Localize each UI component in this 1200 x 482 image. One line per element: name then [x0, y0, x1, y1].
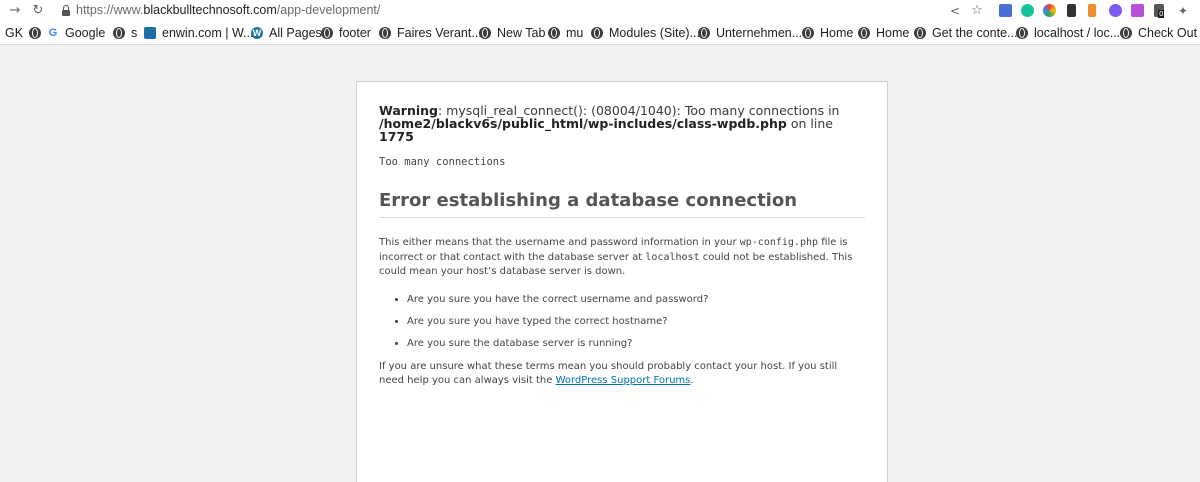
browser-toolbar: → ↻ https://www.blackbulltechnosoft.com/… [0, 0, 1200, 21]
line-number: 1775 [379, 129, 414, 144]
bookmark-label: localhost / loc... [1034, 26, 1121, 40]
support-forums-link[interactable]: WordPress Support Forums [556, 375, 691, 386]
bookmark-label: Home [876, 26, 910, 40]
help-paragraph: If you are unsure what these terms mean … [379, 360, 865, 389]
extension-eyedropper-icon[interactable] [1067, 4, 1076, 17]
bookmark-check-out[interactable]: Check Out – T [1120, 25, 1200, 41]
host-name: localhost [645, 251, 700, 263]
list-item: Are you sure you have the correct userna… [407, 294, 865, 306]
bookmark-label: Google [65, 26, 106, 40]
bookmark-localhost[interactable]: localhost / loc... [1016, 25, 1120, 41]
reload-icon[interactable]: ↻ [30, 3, 46, 19]
address-bar[interactable]: https://www.blackbulltechnosoft.com/app-… [76, 2, 380, 19]
extension-s-icon[interactable] [1131, 4, 1144, 17]
globe-icon [113, 27, 125, 39]
list-item: Are you sure the database server is runn… [407, 338, 865, 350]
warning-path: /home2/blackv6s/public_html/wp-includes/… [379, 116, 787, 131]
bookmark-modules[interactable]: Modules (Site)... [591, 25, 700, 41]
bookmark-new-tab[interactable]: New Tab [479, 25, 545, 41]
share-icon[interactable]: < [947, 3, 963, 19]
bookmark-label: Modules (Site)... [609, 26, 701, 40]
bookmark-label: Check Out – T [1138, 26, 1200, 40]
bookmark-enwin[interactable]: enwin.com | W... [144, 25, 253, 41]
wordpress-icon: W [251, 27, 263, 39]
para-text: This either means that the username and … [379, 237, 740, 248]
globe-icon [548, 27, 560, 39]
bookmark-gk[interactable]: GK [5, 25, 23, 41]
bookmark-label: Get the conte... [932, 26, 1018, 40]
bookmark-label: All Pages [269, 26, 322, 40]
checklist: Are you sure you have the correct userna… [379, 294, 865, 350]
bookmark-all-pages[interactable]: W All Pages [251, 25, 322, 41]
globe-icon [858, 27, 870, 39]
bookmark-label: s [131, 26, 138, 40]
bookmarks-bar: GK G Google s enwin.com | W... W All Pages… [0, 21, 1200, 45]
globe-icon [379, 27, 391, 39]
star-icon[interactable]: ☆ [969, 3, 985, 19]
extension-docs-icon[interactable] [999, 4, 1012, 17]
list-item: Are you sure you have typed the correct … [407, 316, 865, 328]
bookmark-google[interactable]: G Google [29, 25, 105, 41]
forward-arrow-icon[interactable]: → [7, 3, 23, 19]
bookmark-faires[interactable]: Faires Verant... [379, 25, 482, 41]
error-page-box: Warning: mysqli_real_connect(): (08004/1… [356, 81, 888, 482]
bookmark-label: mu [566, 26, 584, 40]
bookmark-footer[interactable]: footer [321, 25, 371, 41]
extension-grammarly-icon[interactable] [1021, 4, 1034, 17]
globe-icon [914, 27, 926, 39]
globe-icon [1120, 27, 1132, 39]
extension-color-icon[interactable] [1043, 4, 1056, 17]
globe-icon [591, 27, 603, 39]
globe-icon [802, 27, 814, 39]
globe-icon [479, 27, 491, 39]
extension-badge-icon[interactable]: 0 [1154, 4, 1165, 18]
enwin-icon [144, 27, 156, 39]
para-text: . [690, 375, 694, 386]
page-title: Error establishing a database connection [379, 190, 865, 218]
bookmark-label: GK [5, 26, 24, 40]
globe-icon [321, 27, 333, 39]
url-path: /app-development/ [276, 3, 381, 17]
lock-icon[interactable] [62, 5, 70, 16]
bookmark-label: footer [339, 26, 371, 40]
globe-icon [29, 27, 41, 39]
bookmark-label: Unternehmen... [716, 26, 803, 40]
bookmark-mu[interactable]: mu [548, 25, 583, 41]
explanation-paragraph: This either means that the username and … [379, 236, 865, 280]
bookmark-s[interactable]: s [113, 25, 137, 41]
globe-icon [1016, 27, 1028, 39]
globe-icon [698, 27, 710, 39]
bookmark-home-2[interactable]: Home [858, 25, 909, 41]
url-domain: blackbulltechnosoft.com [143, 3, 277, 17]
google-icon: G [48, 27, 58, 39]
bookmark-get-content[interactable]: Get the conte... [914, 25, 1017, 41]
bookmark-label: Faires Verant... [397, 26, 482, 40]
config-filename: wp-config.php [739, 237, 819, 248]
bookmark-label: New Tab [497, 26, 546, 40]
too-many-connections: Too many connections [379, 156, 506, 168]
on-line-text: on line [786, 116, 833, 131]
url-scheme: https://www. [76, 3, 144, 17]
bookmark-label: Home [820, 26, 854, 40]
puzzle-icon[interactable]: ✦ [1175, 3, 1191, 19]
bookmark-home-1[interactable]: Home [802, 25, 853, 41]
extension-bookmark-icon[interactable] [1088, 4, 1096, 17]
php-warning: Warning: mysqli_real_connect(): (08004/1… [379, 104, 865, 143]
bookmark-unternehmen[interactable]: Unternehmen... [698, 25, 802, 41]
extension-badge-count: 0 [1158, 10, 1165, 18]
bookmark-label: enwin.com | W... [162, 26, 254, 40]
extension-gear-icon[interactable] [1109, 4, 1122, 17]
